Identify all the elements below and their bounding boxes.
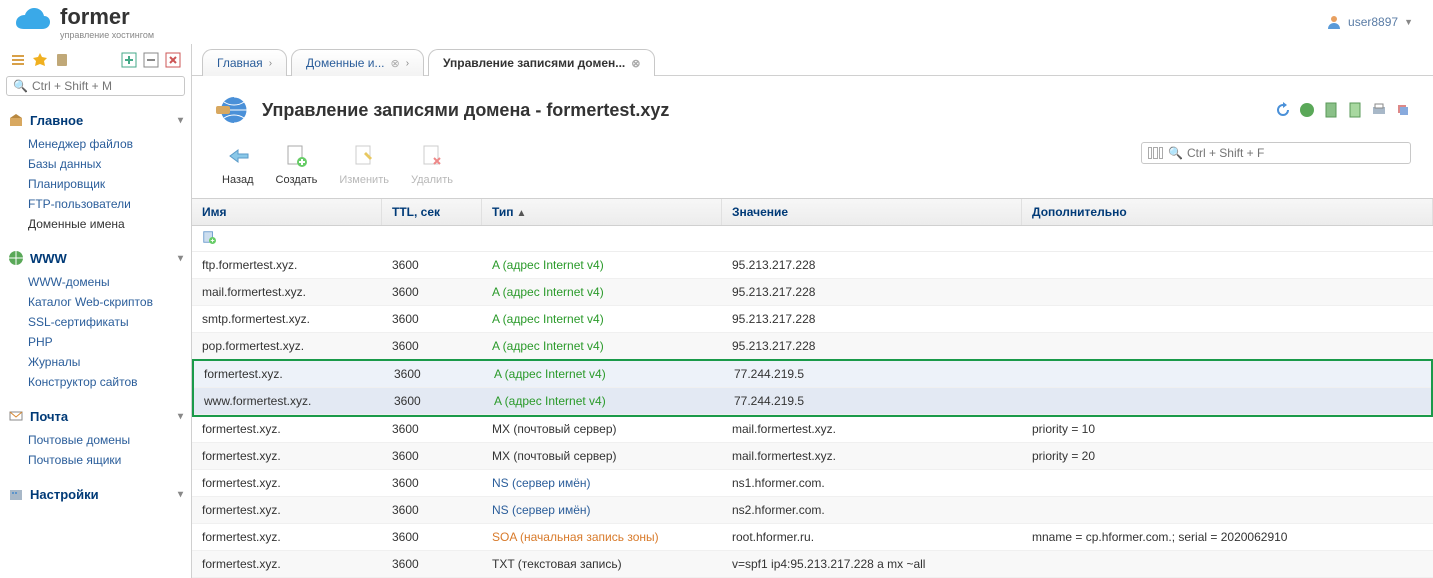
highlighted-rows: formertest.xyz.3600A (адрес Internet v4)… bbox=[192, 359, 1433, 417]
filter-box[interactable]: 🔍 bbox=[1141, 142, 1411, 164]
close-icon[interactable]: ⊗ bbox=[631, 57, 640, 70]
brand-subtitle: управление хостингом bbox=[60, 30, 154, 40]
close-icon[interactable] bbox=[165, 52, 181, 68]
nav-section-head[interactable]: Почта▾ bbox=[6, 404, 185, 428]
table-row[interactable]: www.formertest.xyz.3600A (адрес Internet… bbox=[194, 388, 1431, 415]
toolbar-back-button[interactable]: Назад bbox=[222, 142, 254, 186]
nav-section-head[interactable]: WWW▾ bbox=[6, 246, 185, 270]
new-row-icon[interactable] bbox=[192, 226, 1433, 252]
nav-item[interactable]: Планировщик bbox=[28, 174, 185, 194]
col-extra[interactable]: Дополнительно bbox=[1022, 199, 1433, 225]
table-row[interactable]: formertest.xyz.3600NS (сервер имён)ns2.h… bbox=[192, 497, 1433, 524]
logo: former управление хостингом bbox=[12, 4, 154, 40]
table-row[interactable]: mail.formertest.xyz.3600A (адрес Interne… bbox=[192, 279, 1433, 306]
tab[interactable]: Доменные и...⊗› bbox=[291, 49, 424, 76]
col-type[interactable]: Тип▲ bbox=[482, 199, 722, 225]
delete-icon bbox=[418, 142, 446, 170]
sidebar-tools bbox=[6, 50, 185, 70]
nav-item[interactable]: Базы данных bbox=[28, 154, 185, 174]
nav-item[interactable]: Почтовые домены bbox=[28, 430, 185, 450]
table-row[interactable]: pop.formertest.xyz.3600A (адрес Internet… bbox=[192, 333, 1433, 360]
grid-header: Имя TTL, сек Тип▲ Значение Дополнительно bbox=[192, 199, 1433, 226]
doc-icon[interactable] bbox=[1323, 102, 1339, 118]
sidebar: 🔍 Главное▾Менеджер файловБазы данныхПлан… bbox=[0, 44, 192, 578]
search-icon: 🔍 bbox=[13, 79, 28, 93]
table-row[interactable]: formertest.xyz.3600MX (почтовый сервер)m… bbox=[192, 443, 1433, 470]
tabs: Главная›Доменные и...⊗›Управление запися… bbox=[192, 44, 1433, 76]
back-icon bbox=[224, 142, 252, 170]
nav-item[interactable]: SSL-сертификаты bbox=[28, 312, 185, 332]
nav-item[interactable]: FTP-пользователи bbox=[28, 194, 185, 214]
minus-icon[interactable] bbox=[143, 52, 159, 68]
nav-item[interactable]: Каталог Web-скриптов bbox=[28, 292, 185, 312]
nav-section-head[interactable]: Главное▾ bbox=[6, 108, 185, 132]
user-menu[interactable]: user8897 ▼ bbox=[1326, 14, 1421, 30]
table-row[interactable]: formertest.xyz.3600SOA (начальная запись… bbox=[192, 524, 1433, 551]
columns-icon bbox=[1148, 147, 1164, 159]
brand-title: former bbox=[60, 4, 154, 30]
nav-item[interactable]: Журналы bbox=[28, 352, 185, 372]
search-icon: 🔍 bbox=[1168, 146, 1183, 160]
user-icon bbox=[1326, 14, 1342, 30]
tab[interactable]: Главная› bbox=[202, 49, 287, 76]
refresh-icon[interactable] bbox=[1275, 102, 1291, 118]
col-value[interactable]: Значение bbox=[722, 199, 1022, 225]
col-name[interactable]: Имя bbox=[192, 199, 382, 225]
col-ttl[interactable]: TTL, сек bbox=[382, 199, 482, 225]
create-icon bbox=[282, 142, 310, 170]
nav-item[interactable]: Конструктор сайтов bbox=[28, 372, 185, 392]
clipboard-icon[interactable] bbox=[54, 52, 70, 68]
print-icon[interactable] bbox=[1371, 102, 1387, 118]
star-icon[interactable] bbox=[32, 52, 48, 68]
sidebar-search-input[interactable] bbox=[32, 79, 178, 93]
nav-item[interactable]: Менеджер файлов bbox=[28, 134, 185, 154]
toolbar-delete-button: Удалить bbox=[411, 142, 453, 186]
chevron-right-icon: › bbox=[269, 58, 272, 69]
nav-section-head[interactable]: Настройки▾ bbox=[6, 482, 185, 506]
table-row[interactable]: formertest.xyz.3600MX (почтовый сервер)m… bbox=[192, 416, 1433, 443]
edit-icon bbox=[350, 142, 378, 170]
user-name: user8897 bbox=[1348, 15, 1398, 29]
cloud-icon bbox=[12, 7, 52, 37]
sort-asc-icon: ▲ bbox=[517, 208, 527, 219]
toolbar-create-button[interactable]: Создать bbox=[276, 142, 318, 186]
nav-item[interactable]: PHP bbox=[28, 332, 185, 352]
chevron-right-icon: › bbox=[406, 58, 409, 69]
page-title: Управление записями домена - formertest.… bbox=[262, 100, 669, 121]
table-row[interactable]: formertest.xyz.3600NS (сервер имён)ns1.h… bbox=[192, 470, 1433, 497]
page-actions bbox=[1275, 102, 1411, 118]
page-header: Управление записями домена - formertest.… bbox=[192, 76, 1433, 138]
table-row[interactable]: formertest.xyz.3600TXT (текстовая запись… bbox=[192, 551, 1433, 578]
close-icon[interactable]: ⊗ bbox=[390, 57, 399, 70]
table-row[interactable]: ftp.formertest.xyz.3600A (адрес Internet… bbox=[192, 252, 1433, 279]
layers-icon[interactable] bbox=[1395, 102, 1411, 118]
list-icon[interactable] bbox=[10, 52, 26, 68]
sidebar-search[interactable]: 🔍 bbox=[6, 76, 185, 96]
globe-icon bbox=[214, 92, 250, 128]
nav-item[interactable]: WWW-домены bbox=[28, 272, 185, 292]
nav-item[interactable]: Доменные имена bbox=[28, 214, 185, 234]
toolbar: Назад Создать Изменить Удалить 🔍 bbox=[192, 138, 1433, 198]
nav: Главное▾Менеджер файловБазы данныхПланир… bbox=[6, 102, 185, 506]
tab[interactable]: Управление записями домен...⊗ bbox=[428, 49, 655, 76]
toolbar-edit-button: Изменить bbox=[339, 142, 389, 186]
plus-icon[interactable] bbox=[121, 52, 137, 68]
filter-input[interactable] bbox=[1187, 146, 1404, 160]
main: Главная›Доменные и...⊗›Управление запися… bbox=[192, 44, 1433, 578]
nav-item[interactable]: Почтовые ящики bbox=[28, 450, 185, 470]
table-row[interactable]: formertest.xyz.3600A (адрес Internet v4)… bbox=[194, 361, 1431, 388]
chevron-down-icon: ▼ bbox=[1404, 17, 1413, 27]
globe-small-icon[interactable] bbox=[1299, 102, 1315, 118]
dns-grid: Имя TTL, сек Тип▲ Значение Дополнительно… bbox=[192, 198, 1433, 578]
doc2-icon[interactable] bbox=[1347, 102, 1363, 118]
top-bar: former управление хостингом user8897 ▼ bbox=[0, 0, 1433, 44]
table-row[interactable]: smtp.formertest.xyz.3600A (адрес Interne… bbox=[192, 306, 1433, 333]
